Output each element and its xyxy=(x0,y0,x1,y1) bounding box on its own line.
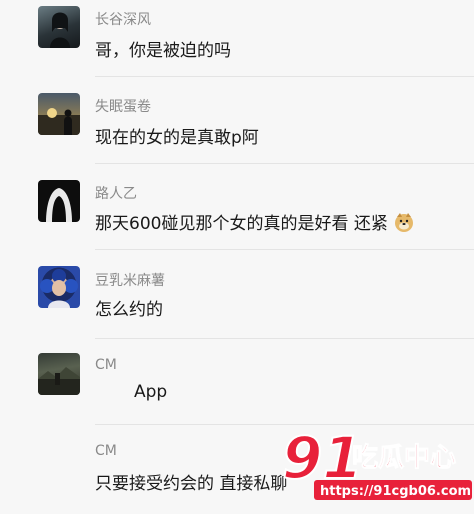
comment-text: 怎么约的 xyxy=(95,300,163,320)
dark-portrait-avatar-icon xyxy=(50,12,70,48)
blue-hair-girl-avatar-icon xyxy=(40,269,78,308)
comment-text: App xyxy=(134,382,168,402)
comment-divider xyxy=(95,338,474,339)
comment-divider xyxy=(95,249,474,250)
comment-text-content: 那天600碰见那个女的真的是好看 还紧 xyxy=(95,214,388,234)
comment-username[interactable]: 长谷深风 xyxy=(95,9,151,29)
comment-username[interactable]: 路人乙 xyxy=(95,183,137,203)
doge-emoji-icon xyxy=(395,213,414,232)
comment-divider xyxy=(95,163,474,164)
sunset-silhouette-avatar-icon xyxy=(38,108,80,135)
watermark-brand: 吃瓜中心 xyxy=(352,443,456,473)
comment-text: 只要接受约会的 直接私聊 xyxy=(95,474,288,494)
comment-username[interactable]: 豆乳米麻薯 xyxy=(95,270,165,290)
comment-text: 哥，你是被迫的吗 xyxy=(95,41,231,61)
comment-username[interactable]: 失眠蛋卷 xyxy=(95,96,151,116)
watermark-logo-icon: 91 吃瓜中心 https://91cgb06.com xyxy=(281,423,472,500)
comment-username[interactable]: CM xyxy=(95,443,117,459)
user-avatar[interactable] xyxy=(38,353,80,395)
comment-username[interactable]: CM xyxy=(95,357,117,373)
comment-text: 现在的女的是真敢p阿 xyxy=(95,128,259,148)
hooded-figure-avatar-icon xyxy=(46,188,72,222)
user-avatar[interactable] xyxy=(38,180,80,222)
user-avatar[interactable] xyxy=(38,6,80,48)
comment-divider xyxy=(95,76,474,77)
user-avatar[interactable] xyxy=(38,266,80,308)
watermark-url: https://91cgb06.com xyxy=(320,484,471,499)
comment-text: 那天600碰见那个女的真的是好看 还紧 xyxy=(95,209,415,234)
dusk-landscape-avatar-icon xyxy=(38,367,80,395)
user-avatar[interactable] xyxy=(38,93,80,135)
site-watermark: 91 吃瓜中心 https://91cgb06.com xyxy=(280,422,474,514)
